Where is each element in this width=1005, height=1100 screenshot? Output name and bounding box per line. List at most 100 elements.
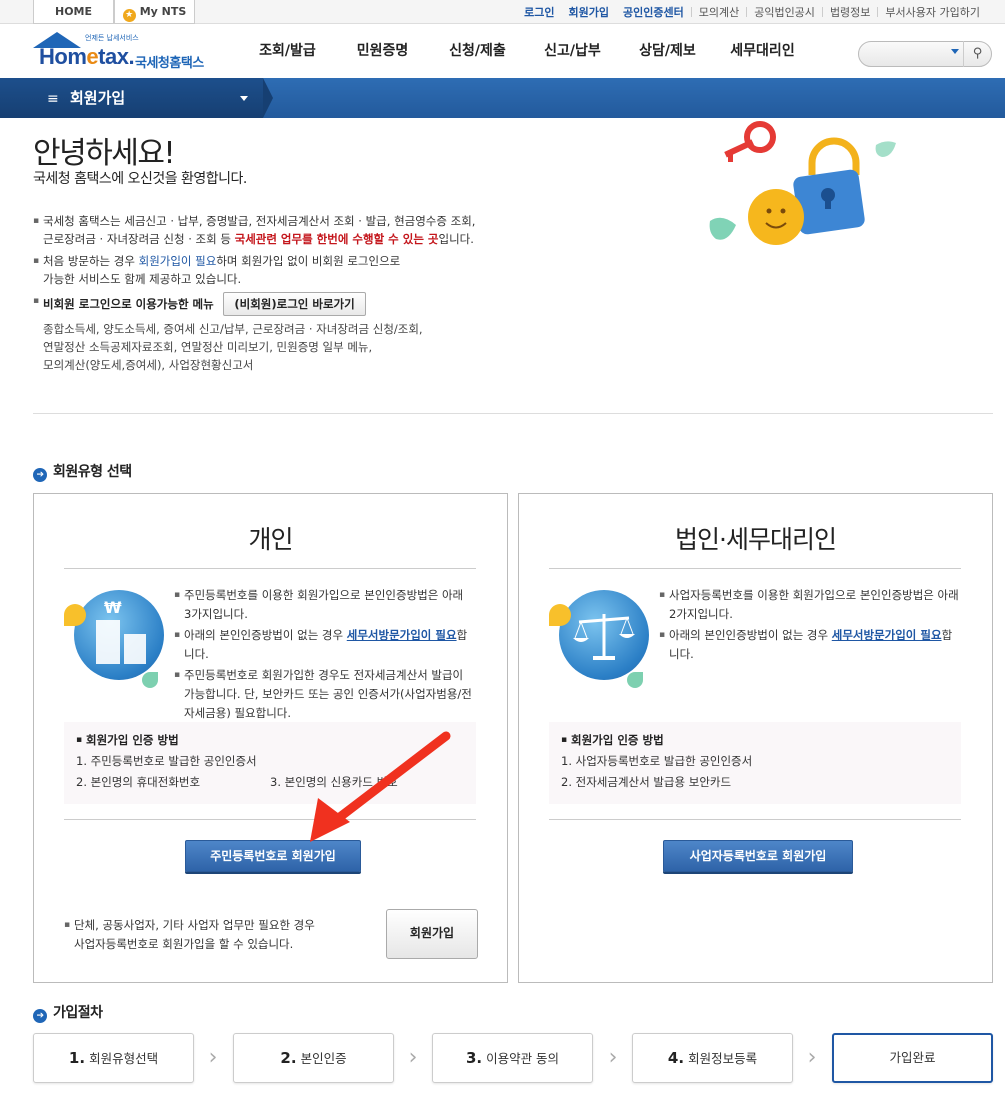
auth-row: 2. 본인명의 휴대전화번호 3. 본인명의 신용카드 번호 — [76, 772, 464, 793]
procedure-heading: ➔ 가입절차 — [33, 1002, 103, 1023]
logo-korean: 국세청홈택스 — [135, 56, 204, 71]
menu-crumb[interactable] — [0, 78, 263, 118]
step-number: 3. — [465, 1049, 483, 1067]
nav-item-consult[interactable]: 상담/제보 — [620, 24, 715, 78]
nav-item-tax-agent[interactable]: 세무대리인 — [715, 24, 810, 78]
card-title: 개인 — [248, 525, 293, 554]
page-title: 안녕하세요! — [33, 136, 176, 171]
chevron-down-icon[interactable] — [951, 49, 959, 54]
leaf-icon — [709, 217, 736, 240]
divider — [64, 568, 476, 569]
intro-bullet-2: 처음 방문하는 경우 회원가입이 필요하며 회원가입 없이 비회원 로그인으로 … — [33, 252, 653, 288]
smiley-icon — [748, 189, 804, 245]
building-shape — [124, 634, 146, 664]
step-number: 4. — [667, 1049, 685, 1067]
divider — [549, 568, 961, 569]
guest-menu-line: 연말정산 소득공제자료조회, 연말정산 미리보기, 민원증명 일부 메뉴, — [43, 340, 373, 354]
won-icon: ₩ — [104, 598, 122, 617]
nav-item-application[interactable]: 신청/제출 — [430, 24, 525, 78]
text: 아래의 본인인증방법이 없는 경우 — [669, 628, 832, 642]
text: 입니다. — [438, 232, 474, 246]
cert-center-link[interactable]: 공인인증센터 — [616, 4, 691, 20]
footnote: 단체, 공동사업자, 기타 사업자 업무만 필요한 경우 사업자등록번호로 회원… — [64, 916, 364, 954]
logo-tagline: 언제든 납세서비스 — [85, 34, 139, 42]
search-icon[interactable]: ⚲ — [963, 41, 991, 67]
login-link[interactable]: 로그인 — [517, 4, 561, 20]
card-title: 법인·세무대리인 — [675, 525, 837, 554]
resident-signup-button[interactable]: 주민등록번호로 회원가입 — [185, 840, 361, 872]
balance-scale-icon — [573, 614, 635, 660]
text: 근로장려금 · 자녀장려금 신청 · 조회 등 — [43, 232, 235, 246]
search-box[interactable]: ⚲ — [858, 41, 992, 67]
hamburger-icon[interactable]: ≡ — [47, 91, 59, 107]
text: 국세청 홈택스는 세금신고 · 납부, 증명발급, 전자세금계산서 조회 · 발… — [43, 214, 476, 228]
chevron-right-icon: › — [208, 1045, 218, 1070]
nav-item-certificates[interactable]: 민원증명 — [335, 24, 430, 78]
step-1: 1. 회원유형선택 — [33, 1033, 194, 1083]
auth-title: 회원가입 인증 방법 — [561, 730, 949, 751]
join-button[interactable]: 회원가입 — [386, 909, 478, 959]
mock-calc-link[interactable]: 모의계산 — [692, 4, 746, 20]
main-nav: 조회/발급 민원증명 신청/제출 신고/납부 상담/제보 세무대리인 — [240, 24, 810, 78]
nav-item-inquiry[interactable]: 조회/발급 — [240, 24, 335, 78]
leaf-icon — [64, 604, 86, 626]
divider — [64, 819, 476, 820]
auth-item: 3. 본인명의 신용카드 번호 — [270, 775, 398, 789]
footnote-text: 단체, 공동사업자, 기타 사업자 업무만 필요한 경우 — [64, 916, 364, 935]
logo-wordmark: Hometax. — [39, 44, 135, 69]
step-3: 3. 이용약관 동의 — [432, 1033, 593, 1083]
section-title: 회원유형 선택 — [53, 464, 132, 480]
chevron-right-icon: › — [408, 1045, 418, 1070]
desc-bullet: 아래의 본인인증방법이 없는 경우 세무서방문가입이 필요합니다. — [174, 626, 474, 664]
utility-bar: HOME ★ My NTS 로그인 회원가입 공인인증센터 모의계산 공익법인공시… — [0, 0, 1005, 24]
leaf-icon — [142, 672, 158, 688]
step-5: 가입완료 — [832, 1033, 993, 1083]
desc-bullet: 사업자등록번호를 이용한 회원가입으로 본인인증방법은 아래 2가지입니다. — [659, 586, 959, 624]
text: 하며 회원가입 없이 비회원 로그인으로 — [216, 254, 401, 268]
mynts-label: My NTS — [139, 5, 187, 18]
guest-login-button[interactable]: (비회원)로그인 바로가기 — [223, 292, 366, 316]
crumb-arrow — [263, 78, 273, 118]
highlight-text: 국세관련 업무를 한번에 수행할 수 있는 곳 — [234, 232, 439, 246]
office-visit-link[interactable]: 세무서방문가입이 필요 — [832, 628, 942, 642]
member-type-heading: ➔ 회원유형 선택 — [33, 461, 132, 482]
scale-icon — [549, 590, 649, 688]
leaf-icon — [627, 672, 643, 688]
chevron-down-icon[interactable] — [240, 96, 248, 101]
welcome-illustration — [709, 121, 896, 245]
dept-user-link[interactable]: 부서사용자 가입하기 — [878, 4, 987, 20]
personal-member-card: 개인 ₩ 주민등록번호를 이용한 회원가입으로 본인인증방법은 아래 3가지입니… — [33, 493, 508, 983]
auth-methods: 회원가입 인증 방법 1. 사업자등록번호로 발급한 공인인증서 2. 전자세금… — [549, 722, 961, 804]
key-icon — [724, 121, 776, 162]
law-info-link[interactable]: 법령정보 — [823, 4, 877, 20]
intro-bullet-1: 국세청 홈택스는 세금신고 · 납부, 증명발급, 전자세금계산서 조회 · 발… — [33, 212, 653, 248]
step-label: 회원정보등록 — [688, 1051, 758, 1066]
leaf-icon — [549, 604, 571, 626]
text: 아래의 본인인증방법이 없는 경우 — [184, 628, 347, 642]
step-4: 4. 회원정보등록 — [632, 1033, 793, 1083]
public-corp-link[interactable]: 공익법인공시 — [747, 4, 822, 20]
intro-bullet-3: 비회원 로그인으로 이용가능한 메뉴 (비회원)로그인 바로가기 — [33, 292, 653, 316]
mynts-tab[interactable]: ★ My NTS — [114, 0, 195, 24]
highlight-text: 회원가입이 필요 — [138, 254, 217, 268]
step-label: 가입완료 — [889, 1050, 936, 1065]
office-visit-link[interactable]: 세무서방문가입이 필요 — [347, 628, 457, 642]
desc-bullet: 주민등록번호를 이용한 회원가입으로 본인인증방법은 아래 3가지입니다. — [174, 586, 474, 624]
signup-steps: 1. 회원유형선택 › 2. 본인인증 › 3. 이용약관 동의 › 4. 회원정보등록… — [33, 1033, 993, 1085]
building-icon: ₩ — [64, 590, 164, 688]
guest-menu-line: 종합소득세, 양도소득세, 증여세 신고/납부, 근로장려금 · 자녀장려금 신… — [43, 322, 423, 336]
nav-item-filing[interactable]: 신고/납부 — [525, 24, 620, 78]
step-label: 본인인증 — [300, 1051, 347, 1066]
auth-item: 1. 사업자등록번호로 발급한 공인인증서 — [561, 754, 753, 768]
business-signup-button[interactable]: 사업자등록번호로 회원가입 — [663, 840, 853, 872]
home-tab[interactable]: HOME — [33, 0, 114, 24]
arrow-circle-icon: ➔ — [33, 468, 47, 482]
star-icon: ★ — [122, 9, 136, 22]
location-bar: ≡ 회원가입 — [0, 78, 1005, 118]
signup-link[interactable]: 회원가입 — [562, 4, 616, 20]
auth-item: 1. 주민등록번호로 발급한 공인인증서 — [76, 754, 257, 768]
hometax-logo[interactable]: Hometax. 언제든 납세서비스 국세청홈택스 — [33, 30, 223, 74]
home-label: HOME — [54, 5, 93, 18]
desc-bullet: 주민등록번호로 회원가입한 경우도 전자세금계산서 발급이 가능합니다. 단, … — [174, 666, 474, 723]
step-label: 이용약관 동의 — [486, 1051, 560, 1066]
